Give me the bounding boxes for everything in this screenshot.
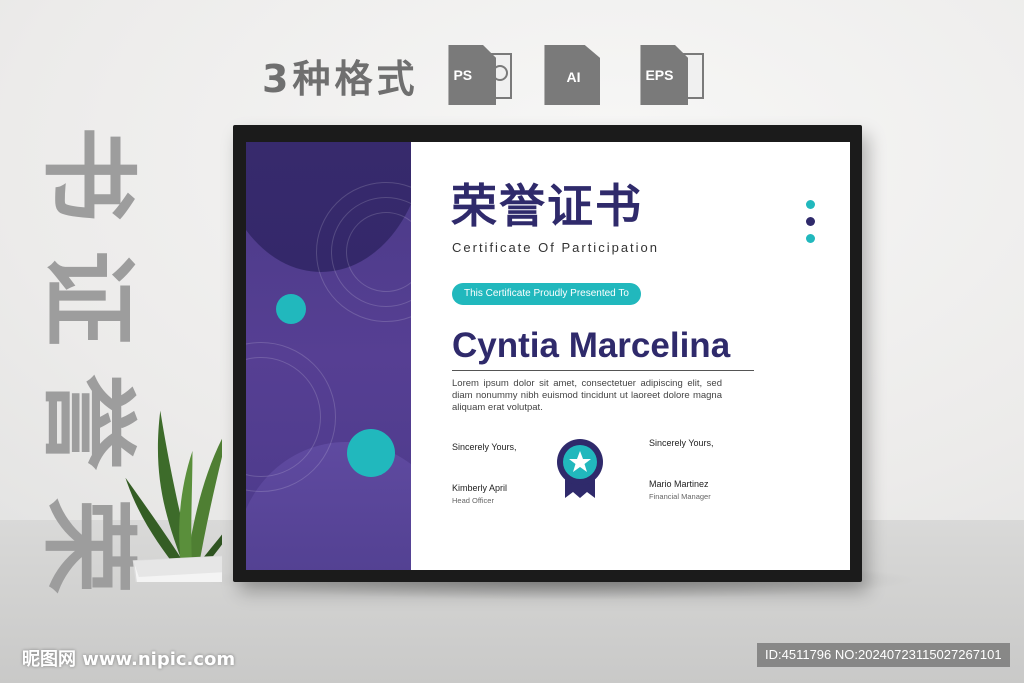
illustrator-file-icon: AI: [544, 45, 604, 105]
dot: [806, 234, 815, 243]
formats-title: 3种格式: [262, 56, 419, 101]
right-signature-closing: Sincerely Yours,: [649, 438, 714, 448]
plant-leaves-icon: [125, 410, 222, 572]
certificate: 荣誉证书 Certificate Of Participation This C…: [246, 142, 850, 570]
certificate-frame: 荣誉证书 Certificate Of Participation This C…: [233, 125, 862, 582]
award-medal-icon: [557, 439, 603, 498]
decorative-dots: [806, 200, 816, 251]
name-underline: [452, 370, 754, 371]
format-label: PS: [453, 67, 473, 83]
decorative-side-panel: [246, 142, 411, 570]
dot: [806, 200, 815, 209]
right-signature-name: Mario Martinez: [649, 479, 709, 489]
left-signature-closing: Sincerely Yours,: [452, 442, 517, 452]
left-signature-name: Kimberly April: [452, 483, 508, 493]
format-label: EPS: [645, 67, 674, 83]
photoshop-file-icon: PS: [448, 45, 513, 105]
presented-badge: This Certificate Proudly Presented To: [452, 283, 641, 305]
dot: [806, 217, 815, 226]
watermark-site: 昵图网 www.nipic.com: [22, 649, 236, 670]
potted-plant: [125, 410, 222, 582]
recipient-name: Cyntia Marcelina: [452, 326, 731, 365]
side-char: 证: [32, 250, 144, 346]
certificate-title: 荣誉证书: [451, 179, 643, 233]
certificate-subtitle: Certificate Of Participation: [452, 240, 660, 255]
eps-file-icon: EPS: [640, 45, 705, 105]
right-signature-role: Financial Manager: [649, 492, 711, 501]
left-signature-role: Head Officer: [452, 496, 494, 505]
side-char: 书: [32, 126, 144, 222]
certificate-body: Lorem ipsum dolor sit amet, consectetuer…: [452, 378, 722, 413]
watermark-id: ID:4511796 NO:20240723115027267101: [757, 643, 1010, 667]
format-label: AI: [566, 69, 581, 85]
teal-circle: [347, 429, 395, 477]
format-header: 3种格式 PS AI EPS: [262, 44, 736, 106]
teal-circle: [276, 294, 306, 324]
